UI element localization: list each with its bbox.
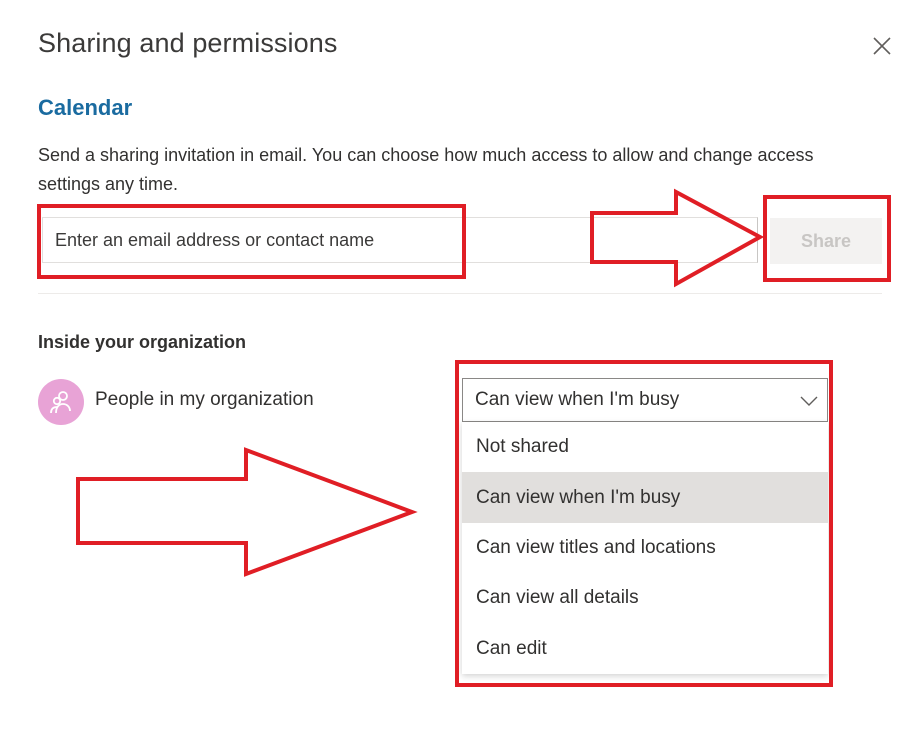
divider	[38, 293, 882, 294]
option-can-edit[interactable]: Can edit	[462, 624, 828, 674]
permission-dropdown[interactable]: Can view when I'm busy	[462, 378, 828, 422]
people-in-organization-label: People in my organization	[95, 389, 314, 410]
arrow-to-dropdown	[76, 447, 418, 577]
option-not-shared[interactable]: Not shared	[462, 422, 828, 472]
avatar	[38, 379, 84, 425]
group-icon	[50, 391, 71, 414]
option-can-view-busy[interactable]: Can view when I'm busy	[462, 472, 828, 523]
calendar-heading: Calendar	[38, 95, 133, 120]
dialog-title: Sharing and permissions	[38, 28, 338, 58]
permission-selected-value: Can view when I'm busy	[475, 389, 680, 410]
chevron-down-icon	[800, 396, 818, 406]
organization-heading: Inside your organization	[38, 332, 247, 352]
option-can-view-all-details[interactable]: Can view all details	[462, 573, 828, 623]
permission-options-list: Not shared Can view when I'm busy Can vi…	[462, 422, 828, 674]
close-icon	[873, 37, 891, 55]
sharing-dialog: Sharing and permissions Calendar Send a …	[0, 0, 920, 754]
option-can-view-titles-locations[interactable]: Can view titles and locations	[462, 523, 828, 573]
email-input[interactable]	[42, 217, 758, 263]
close-button[interactable]	[868, 32, 896, 60]
share-button[interactable]: Share	[770, 218, 882, 264]
sharing-description: Send a sharing invitation in email. You …	[38, 145, 814, 194]
